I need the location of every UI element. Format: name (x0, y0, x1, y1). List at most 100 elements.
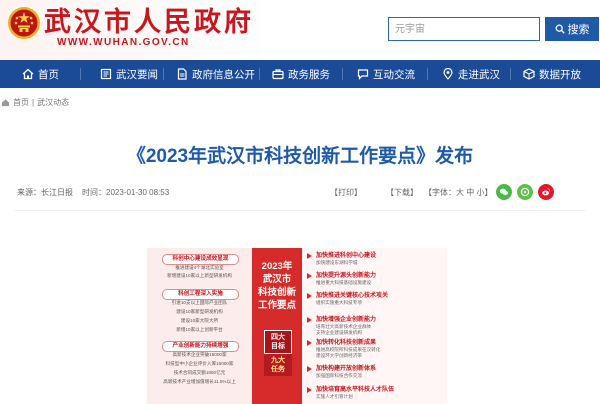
task-heading: 加快构建开放创新体系 (316, 366, 377, 372)
center-title-line: 科技创新 (257, 287, 296, 298)
document-icon (177, 68, 187, 80)
breadcrumb-current[interactable]: 武汉动态 (37, 97, 69, 108)
nav-item-interaction[interactable]: 互动交流 (357, 60, 415, 88)
home-icon (1, 99, 10, 107)
site-header: 武汉市人民政府 WWW.WUHAN.GOV.CN 搜索 (0, 0, 600, 60)
bullet-icon (307, 340, 312, 346)
search-button-label: 搜索 (567, 24, 590, 36)
center-title-line: 工作要点 (257, 300, 296, 311)
left-section-line: 技术合同成交额1850亿元 (173, 370, 226, 375)
nav-divider (342, 68, 343, 80)
share-weibo-button[interactable] (538, 184, 554, 200)
task-heading: 加快提升源头创新能力 (316, 273, 377, 279)
bullet-icon (307, 317, 312, 323)
left-section-line: 高新技术企业突破15000家 (172, 352, 227, 357)
task-line: 支持企业建设研发机构 (316, 330, 362, 335)
nav-label: 数据开放 (539, 68, 581, 81)
task-line: 加强国际科技合作交流 (316, 373, 362, 378)
bullet-icon (307, 387, 312, 393)
nav-item-open-data[interactable]: 数据开放 (523, 60, 581, 88)
search-button[interactable]: 搜索 (545, 17, 599, 41)
breadcrumb-separator: | (32, 98, 35, 107)
divider (15, 210, 585, 211)
task-heading: 加快培育高水平科技人才队伍 (316, 387, 395, 393)
weibo-icon (542, 188, 551, 196)
breadcrumb-home[interactable]: 首页 (13, 97, 29, 108)
left-section-line: 引进10支以上国际产业团队 (171, 300, 228, 305)
task-heading: 加快转化科技创新成果 (316, 340, 377, 346)
left-section-line: 新增10家以上创新平台 (176, 327, 223, 332)
center-title-line: 武汉市 (262, 274, 292, 285)
breadcrumb: 首页 | 武汉动态 (1, 97, 69, 108)
task-line: 组织实施重大科技专项 (316, 300, 362, 305)
nav-divider (427, 68, 428, 80)
search-input[interactable] (388, 17, 540, 41)
nav-item-services[interactable]: 政务服务 (272, 60, 330, 88)
task-line: 实施人才引育计划 (316, 394, 353, 399)
tasks-label: 九大 (271, 357, 285, 364)
nav-item-gov-info[interactable]: 政府信息公开 (176, 60, 255, 88)
data-icon (523, 68, 535, 80)
nav-item-about-wuhan[interactable]: 走进武汉 (442, 60, 500, 88)
article-title: 《2023年武汉市科技创新工作要点》发布 (126, 146, 474, 167)
center-title-line: 2023年 (261, 261, 293, 272)
site-url: WWW.WUHAN.GOV.CN (57, 37, 190, 48)
download-button[interactable]: 【下载】 (386, 187, 418, 198)
moments-icon (520, 187, 530, 197)
nav-label: 武汉要闻 (116, 68, 158, 81)
article-time: 时间：2023-01-30 08:53 (82, 188, 170, 197)
bullet-icon (307, 293, 312, 299)
left-section-line: 科技型中小企业评价入库16000家 (165, 361, 234, 366)
infographic-image: 科创中心建设成效显现 推进建设4个湖北实验室 新增建设10家以上新型研发机构 科… (147, 248, 447, 404)
font-large-button[interactable]: 大 (456, 188, 464, 197)
task-line: 建设环大学创新经济带 (316, 353, 362, 358)
left-section-heading: 科创工程深入实施 (162, 289, 239, 300)
infographic-left-panel: 科创中心建设成效显现 推进建设4个湖北实验室 新增建设10家以上新型研发机构 科… (147, 248, 252, 404)
infographic-right-panel: 加快推进科创中心建设 加快建设东湖科学城 加快提升源头创新能力 推进重大科技基础… (302, 248, 447, 404)
news-icon (100, 68, 112, 80)
left-section-heading: 科创中心建设成效显现 (162, 254, 239, 265)
left-section-line: 新增建设10家以上新型研发机构 (167, 273, 232, 278)
share-moments-button[interactable] (517, 184, 533, 200)
nav-divider (80, 68, 81, 80)
home-icon (22, 68, 34, 80)
task-line: 加快建设东湖科学城 (316, 260, 358, 265)
nav-label: 互动交流 (373, 68, 415, 81)
nav-item-home[interactable]: 首页 (22, 60, 59, 88)
share-wechat-button[interactable] (496, 184, 512, 200)
nav-item-news[interactable]: 武汉要闻 (100, 60, 158, 88)
left-section-line: 建设10家大院大所 (180, 318, 219, 323)
map-pin-icon (443, 68, 453, 80)
bullet-icon (307, 366, 312, 372)
nav-label: 政府信息公开 (192, 68, 255, 81)
national-emblem-icon[interactable] (7, 6, 41, 40)
site-title[interactable]: 武汉市人民政府 (44, 6, 254, 38)
task-heading: 加快增强企业创新能力 (316, 317, 377, 323)
search-icon (555, 24, 565, 34)
left-section-line: 推进建设4个湖北实验室 (175, 265, 224, 270)
goals-box: 四大 目标 (264, 330, 292, 354)
font-medium-button[interactable]: 中 (466, 188, 474, 197)
chat-icon (357, 69, 369, 80)
font-size-control: 【字体：大 中 小】 (424, 187, 492, 198)
task-heading: 加快推进关键核心技术攻关 (316, 293, 389, 299)
goals-label: 目标 (271, 343, 285, 350)
left-section-line: 建设10家新型研发机构 (176, 309, 223, 314)
infographic-center-band: 2023年 武汉市 科技创新 工作要点 四大 目标 九大 任务 (252, 248, 302, 404)
goals-label: 四大 (271, 334, 285, 341)
font-size-prefix: 【字体： (424, 188, 456, 197)
briefcase-icon (272, 69, 284, 80)
main-nav: 首页 武汉要闻 政府信息公开 政务服务 互动交流 走进武汉 数据开放 (0, 60, 600, 88)
nav-label: 首页 (38, 68, 59, 81)
print-button[interactable]: 【打印】 (330, 187, 362, 198)
task-line: 推进重大科技基础设施建设 (316, 280, 372, 285)
nav-divider (510, 68, 511, 80)
left-section-heading: 产业创新能力持续增强 (162, 341, 239, 352)
wechat-icon (499, 188, 509, 196)
nav-label: 走进武汉 (458, 68, 500, 81)
bullet-icon (307, 273, 312, 279)
article-source: 来源：长江日报 (17, 188, 73, 197)
task-heading: 加快推进科创中心建设 (316, 253, 377, 259)
nav-divider (259, 68, 260, 80)
bullet-icon (307, 253, 312, 259)
